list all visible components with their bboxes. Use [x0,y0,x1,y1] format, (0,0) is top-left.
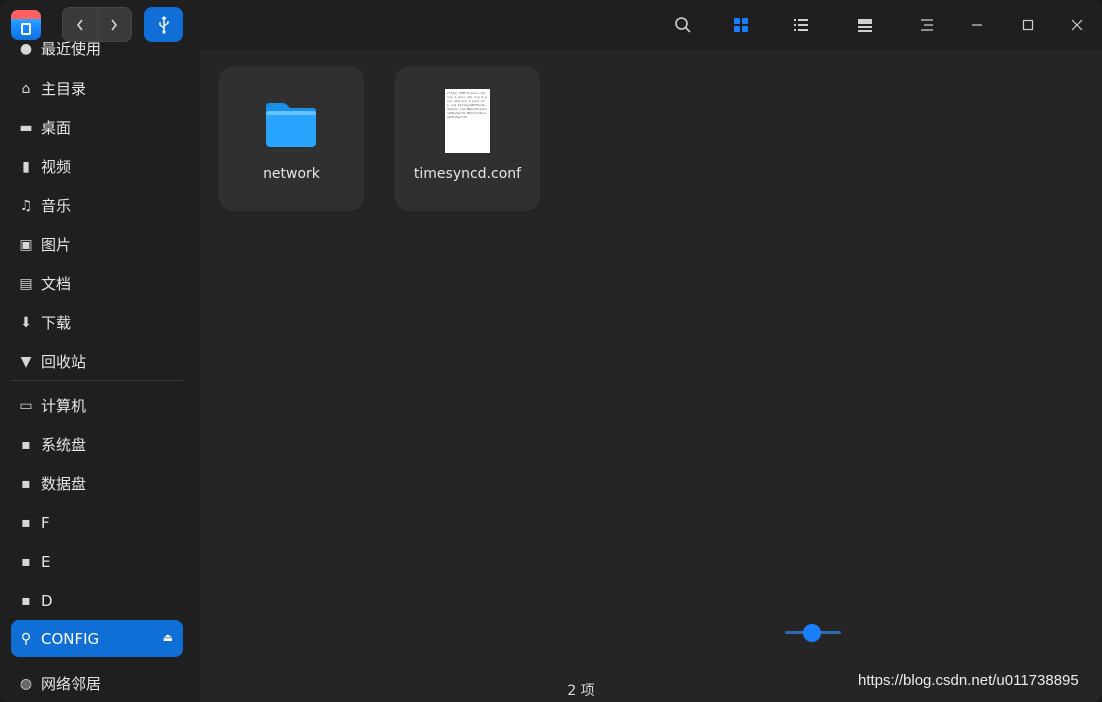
sidebar-item-music[interactable]: ♫ 音乐 [11,187,183,224]
sidebar-item-label: 系统盘 [41,436,87,454]
detail-view-button[interactable] [852,12,878,38]
minimize-icon [972,24,982,26]
icon-size-slider-handle[interactable] [803,624,821,642]
minimize-button[interactable] [964,12,990,38]
desktop-icon: ▬ [19,119,33,136]
menu-icon [921,19,933,31]
sidebar-item-config[interactable]: ⚲ CONFIG ⏏ [11,620,183,657]
sidebar-item-disk-f[interactable]: ▪ F [11,504,183,541]
disk-icon: ▪ [21,436,31,453]
sidebar-item-label: 主目录 [41,80,87,98]
sidebar-item-label: 回收站 [41,353,87,371]
file-manager-window: ● 最近使用 ⌂ 主目录 ▬ 桌面 ▮ 视频 ♫ 音乐 ▣ 图片 ▤ 文档 ⬇ [0,0,1102,702]
sidebar-item-home[interactable]: ⌂ 主目录 [11,70,183,107]
sidebar-item-data-disk[interactable]: ▪ 数据盘 [11,465,183,502]
search-button[interactable] [670,12,696,38]
download-icon: ⬇ [20,314,32,331]
sidebar-item-label: 最近使用 [41,40,102,58]
music-icon: ♫ [19,197,33,214]
icon-view-button[interactable] [728,12,754,38]
network-icon: ◍ [19,675,33,692]
sidebar-item-desktop[interactable]: ▬ 桌面 [11,109,183,146]
sidebar-item-label: CONFIG [41,629,100,648]
sidebar-divider [11,380,183,381]
folder-icon [266,103,316,147]
sidebar-item-downloads[interactable]: ⬇ 下载 [11,304,183,341]
trash-icon: ▼ [20,353,32,370]
sidebar-item-label: 图片 [41,236,72,254]
sidebar-item-recent[interactable]: ● 最近使用 [11,30,183,67]
sidebar-item-label: 音乐 [41,197,72,215]
status-item-count: 2 项 [567,683,595,699]
clock-icon: ● [19,40,33,57]
picture-icon: ▣ [19,236,33,253]
sidebar-item-disk-e[interactable]: ▪ E [11,543,183,580]
usb-icon: ⚲ [20,630,32,647]
watermark-text: https://blog.csdn.net/u011738895 [858,672,1079,689]
main-menu-button[interactable] [914,12,940,38]
disk-icon: ▪ [21,475,31,492]
file-name: timesyncd.conf [413,166,522,182]
search-icon [675,17,691,33]
eject-icon[interactable]: ⏏ [163,631,173,644]
computer-icon: ▭ [19,397,33,414]
file-item-timesyncd-conf[interactable]: [Time] NTP=0.pool.ntp.org 1.pool.ntp.org… [395,66,540,211]
sidebar-item-label: 视频 [41,158,72,176]
list-view-icon [794,19,808,31]
sidebar-item-label: 桌面 [41,119,72,137]
document-icon: ▤ [19,275,33,292]
sidebar: ● 最近使用 ⌂ 主目录 ▬ 桌面 ▮ 视频 ♫ 音乐 ▣ 图片 ▤ 文档 ⬇ [0,40,200,702]
sidebar-item-label: F [41,513,50,532]
video-icon: ▮ [22,158,30,175]
file-item-network[interactable]: network [219,66,364,211]
sidebar-item-network[interactable]: ◍ 网络邻居 [11,665,183,702]
sidebar-item-computer[interactable]: ▭ 计算机 [11,387,183,424]
sidebar-item-disk-d[interactable]: ▪ D [11,582,183,619]
home-icon: ⌂ [21,80,31,97]
disk-icon: ▪ [21,553,31,570]
sidebar-item-pictures[interactable]: ▣ 图片 [11,226,183,263]
list-view-button[interactable] [788,12,814,38]
disk-icon: ▪ [21,592,31,609]
sidebar-item-label: 文档 [41,275,72,293]
sidebar-item-documents[interactable]: ▤ 文档 [11,265,183,302]
sidebar-item-label: 网络邻居 [41,675,102,693]
file-name: network [263,166,320,182]
detail-view-icon [858,19,872,32]
maximize-icon [1022,19,1034,31]
file-thumbnail: [Time] NTP=0.pool.ntp.org 1.pool.ntp.org… [445,89,490,153]
disk-icon: ▪ [21,514,31,531]
sidebar-item-trash[interactable]: ▼ 回收站 [11,343,183,380]
sidebar-item-label: 计算机 [41,397,87,415]
close-button[interactable] [1064,12,1090,38]
sidebar-item-label: E [41,552,51,571]
close-icon [1071,19,1083,31]
file-view: network [Time] NTP=0.pool.ntp.org 1.pool… [200,50,1102,702]
sidebar-item-videos[interactable]: ▮ 视频 [11,148,183,185]
sidebar-item-label: D [41,591,53,610]
sidebar-item-system-disk[interactable]: ▪ 系统盘 [11,426,183,463]
grid-view-icon [734,18,748,32]
sidebar-item-label: 下载 [41,314,72,332]
sidebar-item-label: 数据盘 [41,475,87,493]
maximize-button[interactable] [1015,12,1041,38]
